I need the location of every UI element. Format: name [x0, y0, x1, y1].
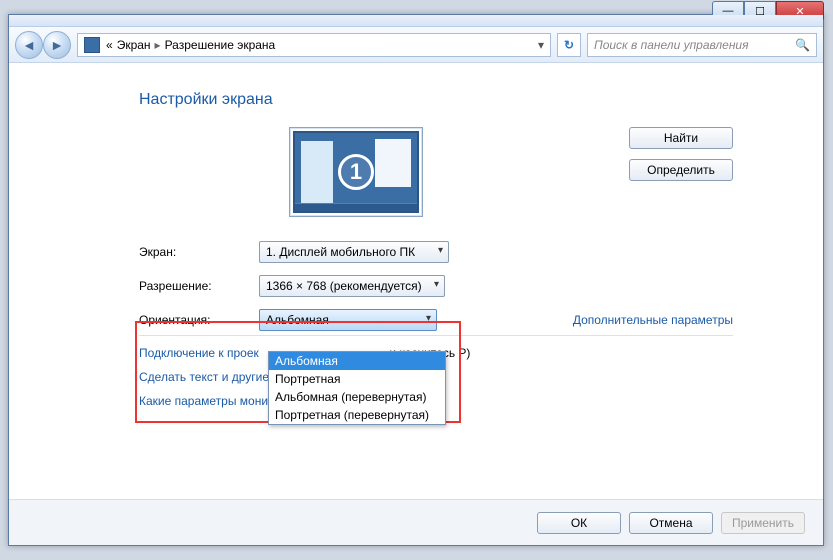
preview-row: 1 Найти Определить: [139, 127, 733, 217]
find-button[interactable]: Найти: [629, 127, 733, 149]
footer: ОК Отмена Применить: [9, 499, 823, 545]
monitor-preview[interactable]: 1: [289, 127, 423, 217]
screen-row: Экран: 1. Дисплей мобильного ПК: [139, 241, 733, 263]
back-button[interactable]: ◄: [15, 31, 43, 59]
detect-button[interactable]: Определить: [629, 159, 733, 181]
cancel-button[interactable]: Отмена: [629, 512, 713, 534]
resolution-combo[interactable]: 1366 × 768 (рекомендуется): [259, 275, 445, 297]
separator: [139, 335, 733, 336]
screen-label: Экран:: [139, 245, 259, 259]
control-panel-window: — ☐ ✕ ◄ ► « Экран ▸ Разрешение экрана ▾ …: [8, 14, 824, 546]
advanced-settings-link[interactable]: Дополнительные параметры: [573, 313, 733, 327]
search-input[interactable]: Поиск в панели управления 🔍: [587, 33, 817, 57]
orientation-combo[interactable]: Альбомная: [259, 309, 437, 331]
search-icon: 🔍: [795, 38, 810, 52]
orientation-option-landscape[interactable]: Альбомная: [269, 352, 445, 370]
search-placeholder: Поиск в панели управления: [594, 38, 749, 52]
monitor-number: 1: [338, 154, 374, 190]
control-panel-icon: [84, 37, 100, 53]
apply-button[interactable]: Применить: [721, 512, 805, 534]
breadcrumb-sep-icon: ▸: [155, 38, 161, 52]
orientation-label: Ориентация:: [139, 313, 259, 327]
orientation-dropdown-list: Альбомная Портретная Альбомная (переверн…: [268, 351, 446, 425]
breadcrumb: « Экран ▸ Разрешение экрана: [106, 38, 275, 52]
breadcrumb-screen[interactable]: Экран: [117, 38, 151, 52]
resolution-row: Разрешение: 1366 × 768 (рекомендуется): [139, 275, 733, 297]
forward-button[interactable]: ►: [43, 31, 71, 59]
navbar: ◄ ► « Экран ▸ Разрешение экрана ▾ ↻ Поис…: [9, 27, 823, 63]
page-title: Настройки экрана: [139, 91, 733, 109]
preview-buttons: Найти Определить: [629, 127, 733, 181]
address-bar[interactable]: « Экран ▸ Разрешение экрана ▾: [77, 33, 551, 57]
orientation-option-portrait[interactable]: Портретная: [269, 370, 445, 388]
screen-combo[interactable]: 1. Дисплей мобильного ПК: [259, 241, 449, 263]
address-dropdown-icon[interactable]: ▾: [538, 38, 544, 52]
orientation-option-landscape-flipped[interactable]: Альбомная (перевернутая): [269, 388, 445, 406]
breadcrumb-back[interactable]: «: [106, 38, 113, 52]
nav-arrows: ◄ ►: [15, 31, 71, 59]
breadcrumb-resolution[interactable]: Разрешение экрана: [165, 38, 276, 52]
titlebar[interactable]: [9, 15, 823, 27]
projector-link-text-pre: Подключение к проек: [139, 346, 259, 360]
resolution-label: Разрешение:: [139, 279, 259, 293]
refresh-button[interactable]: ↻: [557, 33, 581, 57]
ok-button[interactable]: ОК: [537, 512, 621, 534]
orientation-option-portrait-flipped[interactable]: Портретная (перевернутая): [269, 406, 445, 424]
